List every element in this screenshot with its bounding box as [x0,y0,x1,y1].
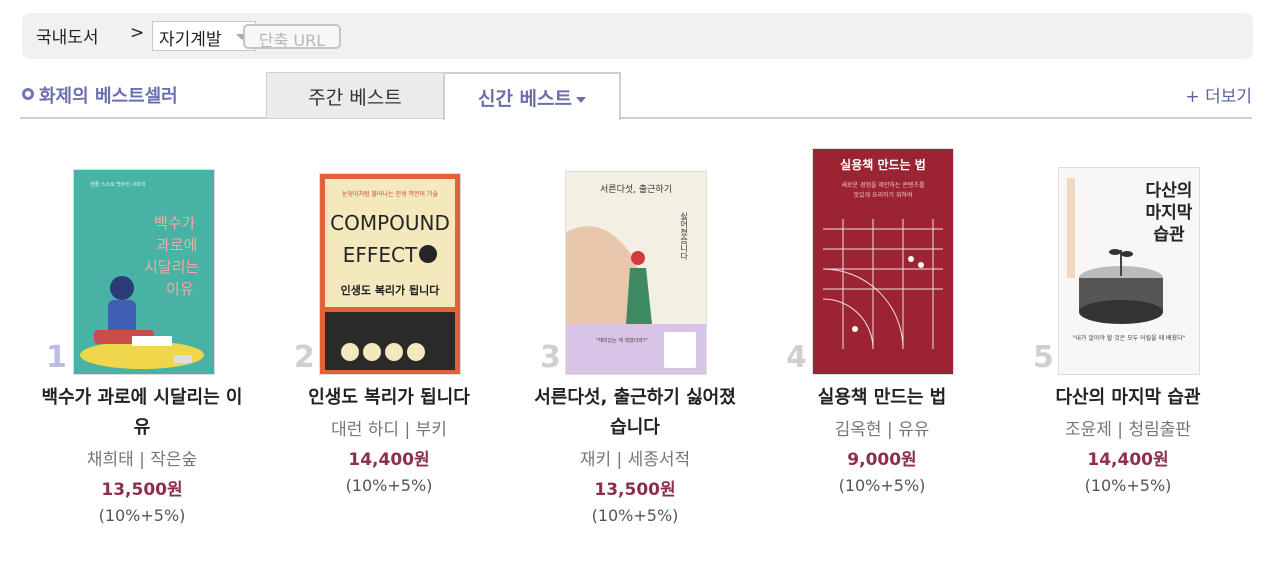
rank-number-3: 3 [540,340,561,375]
tab-weekly-best-label: 주간 베스트 [308,87,402,109]
category-select-value: 자기계발 [159,30,222,50]
cover-2-sub: 인생도 복리가 됩니다 [341,283,441,297]
cover-1-title-4: 이유 [166,280,194,298]
cover-2-big-1: COMPOUND [330,211,450,235]
cover-3-title: 서른다섯, 출근하기 [600,184,672,195]
book-price-3: 13,500원 [594,480,676,500]
book-discount-3: (10%+5%) [591,506,679,525]
cover-3-vertical: 싫어졌습니다 [679,211,688,261]
rank-number-1: 1 [46,340,67,375]
book-author-5[interactable]: 조윤제 | 청림출판 [1008,415,1248,440]
book-title-3[interactable]: 서른다섯, 출근하기 싫어졌 습니다 [515,383,755,443]
more-link[interactable]: + 더보기 [1185,82,1252,107]
book-cover-2[interactable]: 눈덩이처럼 불어나는 인생 역전의 기술 COMPOUND EFFECT 인생도… [320,174,460,374]
rank-number-4: 4 [786,340,807,375]
book-author-4[interactable]: 김옥현 | 유유 [762,415,1002,440]
book-author-3[interactable]: 재키 | 세종서적 [515,445,755,470]
tab-new-best[interactable]: 신간 베스트 [443,72,621,120]
cover-5-title-2: 마지막 [1146,203,1193,223]
breadcrumb-root-link[interactable]: 국내도서 [36,23,99,48]
cover-4-sub-2: 맛있게 요리하기 위하여 [853,191,912,199]
book-discount-2: (10%+5%) [345,476,433,495]
book-discount-1: (10%+5%) [98,506,186,525]
short-url-label: 단축 URL [258,31,326,50]
book-cover-5[interactable]: 다산의 마지막 습관 "내가 알아야 할 것은 모두 어릴을 때 배웠다" [1059,168,1199,374]
circle-bullet-icon [22,88,34,100]
cover-5-title-3: 습관 [1153,225,1185,245]
cover-1-title-1: 백수가 [154,214,196,232]
book-price-1: 13,500원 [101,480,183,500]
book-price-4: 9,000원 [847,450,917,470]
book-title-1[interactable]: 백수가 과로에 시달리는 이유 [22,383,262,443]
category-select[interactable]: 자기계발 [152,21,256,51]
book-discount-5: (10%+5%) [1084,476,1172,495]
book-price-2: 14,400원 [348,450,430,470]
book-title-4[interactable]: 실용책 만드는 법 [762,383,1002,413]
caret-down-icon [576,96,586,103]
cover-2-big-2: EFFECT [343,243,418,267]
short-url-button[interactable]: 단축 URL [243,24,341,50]
book-cover-4[interactable]: 실용책 만드는 법 새로운 경험을 제안하는 콘텐츠를 맛있게 요리하기 위하여 [813,149,953,374]
cover-5-title-1: 다산의 [1146,181,1193,201]
cover-4-sub-1: 새로운 경험을 제안하는 콘텐츠를 [841,181,924,189]
svg-text:한줄 스스로 백수인 사회의: 한줄 스스로 백수인 사회의 [90,181,145,188]
book-title-2[interactable]: 인생도 복리가 됩니다 [269,383,509,413]
breadcrumb-separator: > [130,23,145,43]
cover-1-title-3: 시달리는 [144,258,199,276]
cover-4-title: 실용책 만드는 법 [840,157,926,172]
book-author-2[interactable]: 대런 하디 | 부키 [269,415,509,440]
cover-1-title-2: 과로에 [156,236,197,254]
tab-weekly-best[interactable]: 주간 베스트 [266,72,444,118]
section-title-text: 화제의 베스트셀러 [39,86,178,107]
book-cover-1[interactable]: 한줄 스스로 백수인 사회의 백수가 과로에 시달리는 이유 [74,170,214,374]
svg-text:"재미있는 게 뭐였더라?": "재미있는 게 뭐였더라?" [596,337,648,344]
rank-number-2: 2 [294,340,315,375]
cover-2-kicker: 눈덩이처럼 불어나는 인생 역전의 기술 [342,190,438,198]
rank-number-5: 5 [1033,340,1054,375]
book-author-1[interactable]: 채희태 | 작은숲 [22,445,262,470]
breadcrumb: 국내도서 > 자기계발 단축 URL [22,13,1253,59]
book-price-5: 14,400원 [1087,450,1169,470]
svg-text:"내가 알아야 할 것은 모두 어릴을 때 배웠다": "내가 알아야 할 것은 모두 어릴을 때 배웠다" [1073,334,1186,342]
book-cover-3[interactable]: 서른다섯, 출근하기 싫어졌습니다 "재미있는 게 뭐였더라?" [566,172,706,374]
tab-new-best-label: 신간 베스트 [445,84,619,111]
book-discount-4: (10%+5%) [838,476,926,495]
book-title-5[interactable]: 다산의 마지막 습관 [1008,383,1248,413]
tab-divider [20,117,1252,119]
